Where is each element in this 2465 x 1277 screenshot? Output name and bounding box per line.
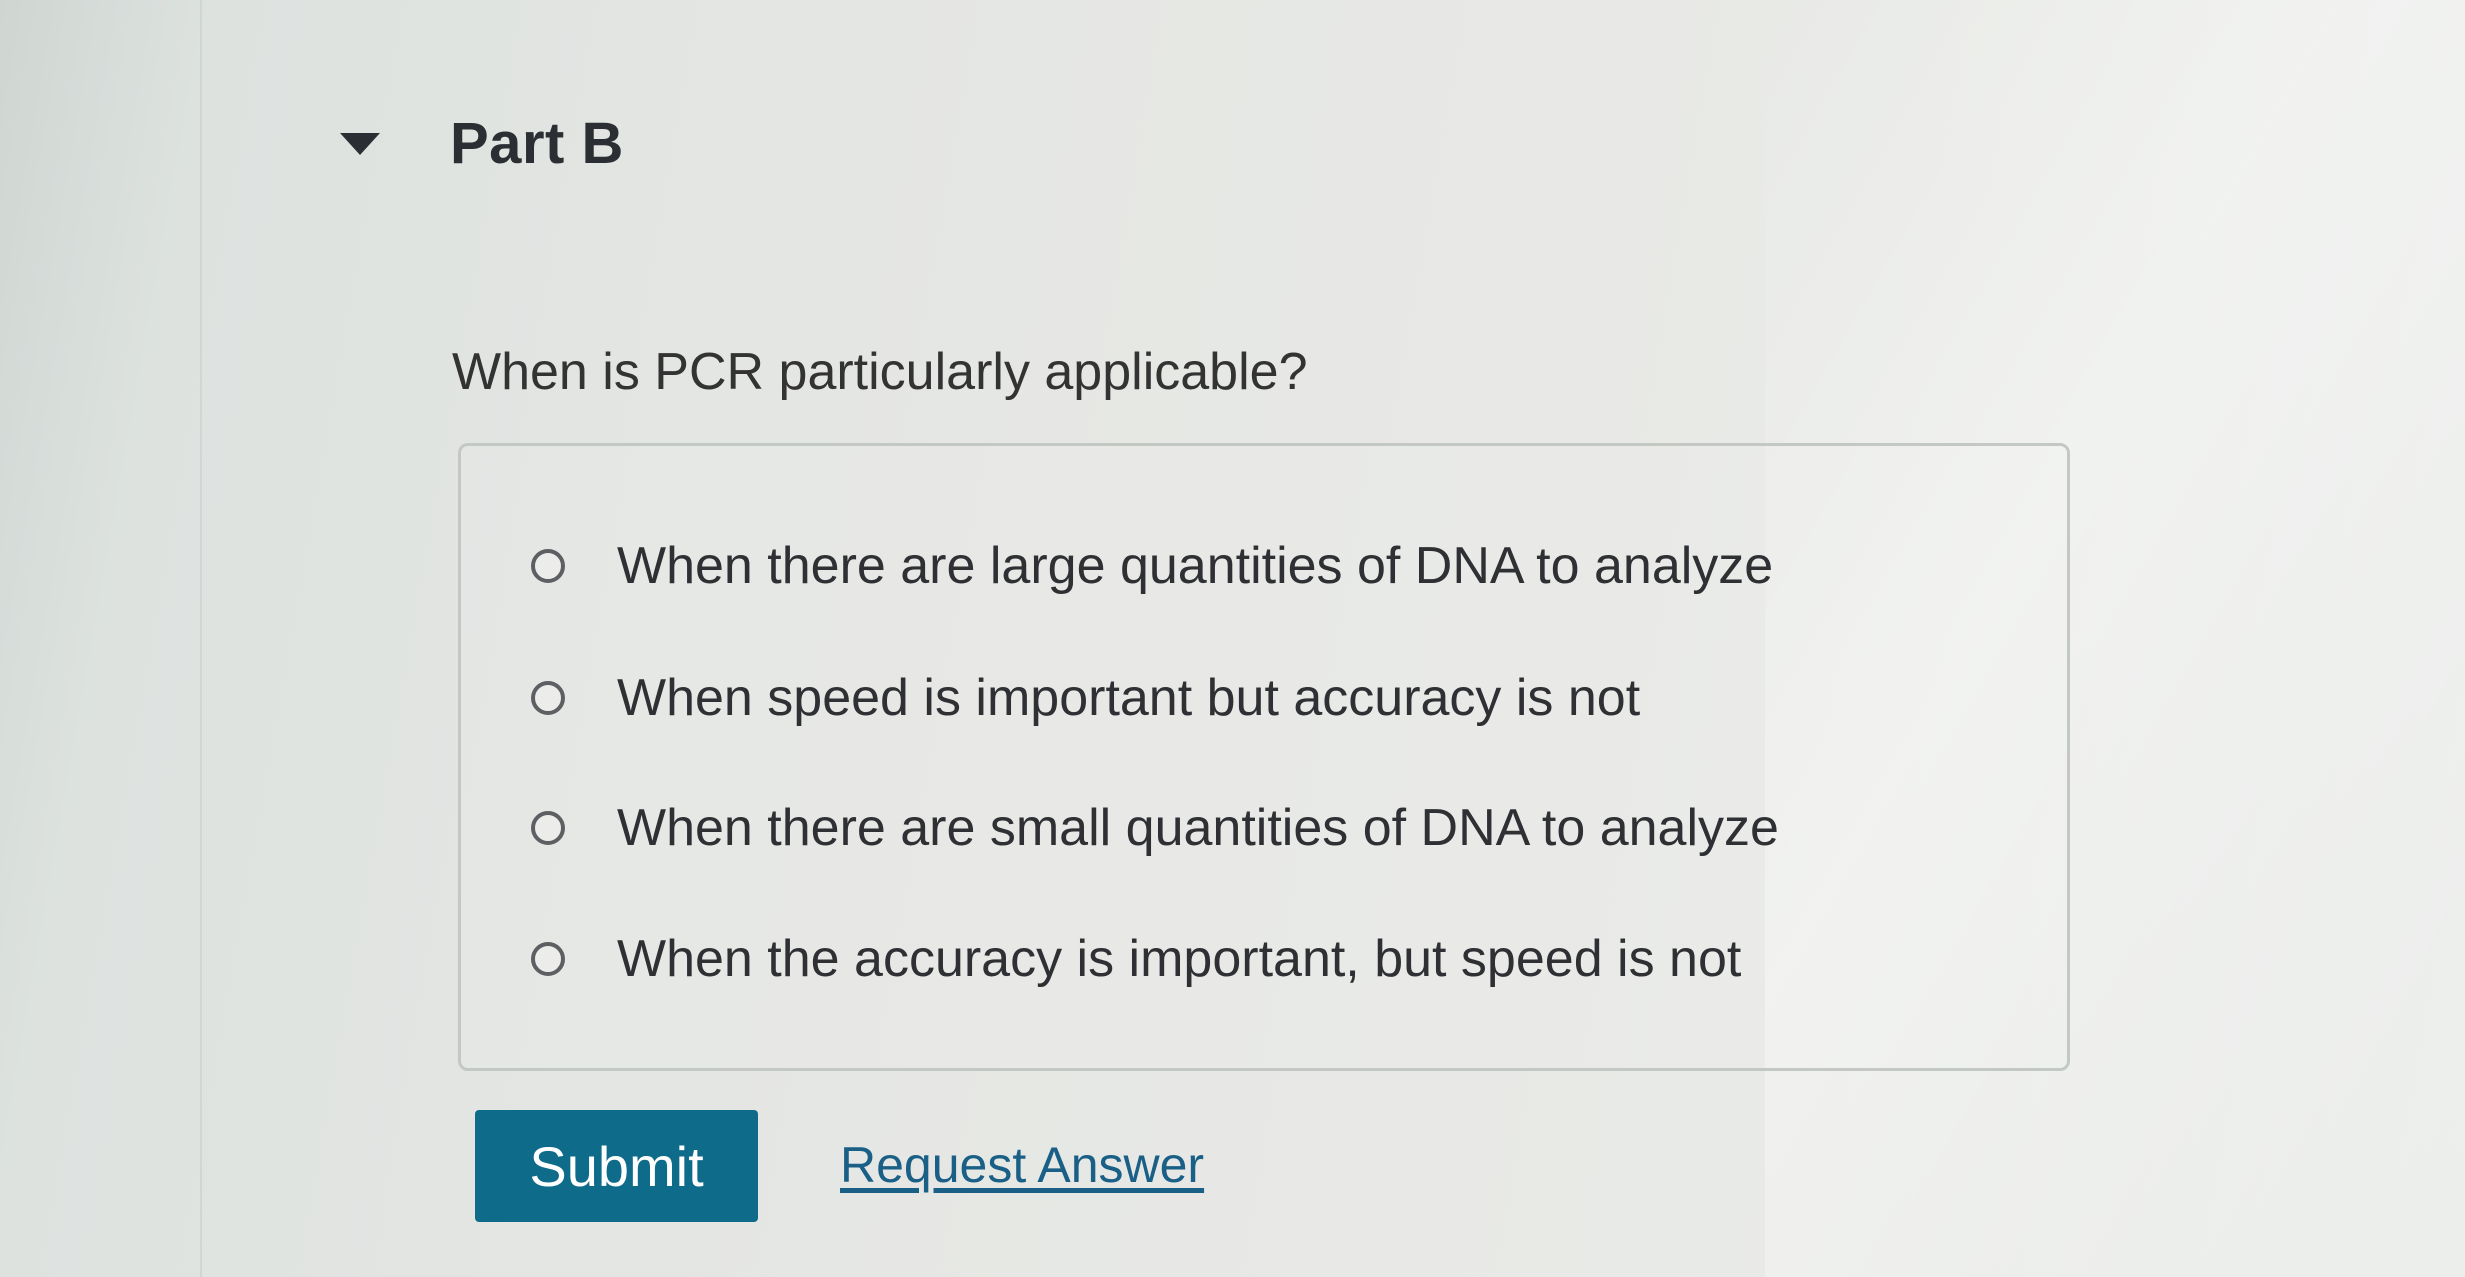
left-border (200, 0, 202, 1277)
caret-down-icon[interactable] (340, 132, 380, 155)
part-header: Part B (340, 110, 624, 177)
answer-option[interactable]: When speed is important but accuracy is … (531, 668, 1640, 728)
radio-unchecked-icon[interactable] (531, 549, 565, 583)
answer-option[interactable]: When there are small quantities of DNA t… (531, 798, 1779, 858)
answer-option[interactable]: When there are large quantities of DNA t… (531, 536, 1773, 596)
radio-unchecked-icon[interactable] (531, 681, 565, 715)
answer-option[interactable]: When the accuracy is important, but spee… (531, 929, 1741, 989)
radio-unchecked-icon[interactable] (531, 811, 565, 845)
answer-option-label: When speed is important but accuracy is … (617, 669, 1641, 727)
answer-options-box: When there are large quantities of DNA t… (458, 443, 2070, 1071)
question-text: When is PCR particularly applicable? (452, 343, 1308, 401)
answer-option-label: When there are large quantities of DNA t… (617, 537, 1774, 595)
part-title: Part B (450, 111, 624, 176)
request-answer-link[interactable]: Request Answer (840, 1136, 1204, 1194)
answer-option-label: When the accuracy is important, but spee… (617, 930, 1742, 988)
radio-unchecked-icon[interactable] (531, 942, 565, 976)
submit-button[interactable]: Submit (475, 1110, 758, 1222)
answer-option-label: When there are small quantities of DNA t… (617, 799, 1779, 857)
